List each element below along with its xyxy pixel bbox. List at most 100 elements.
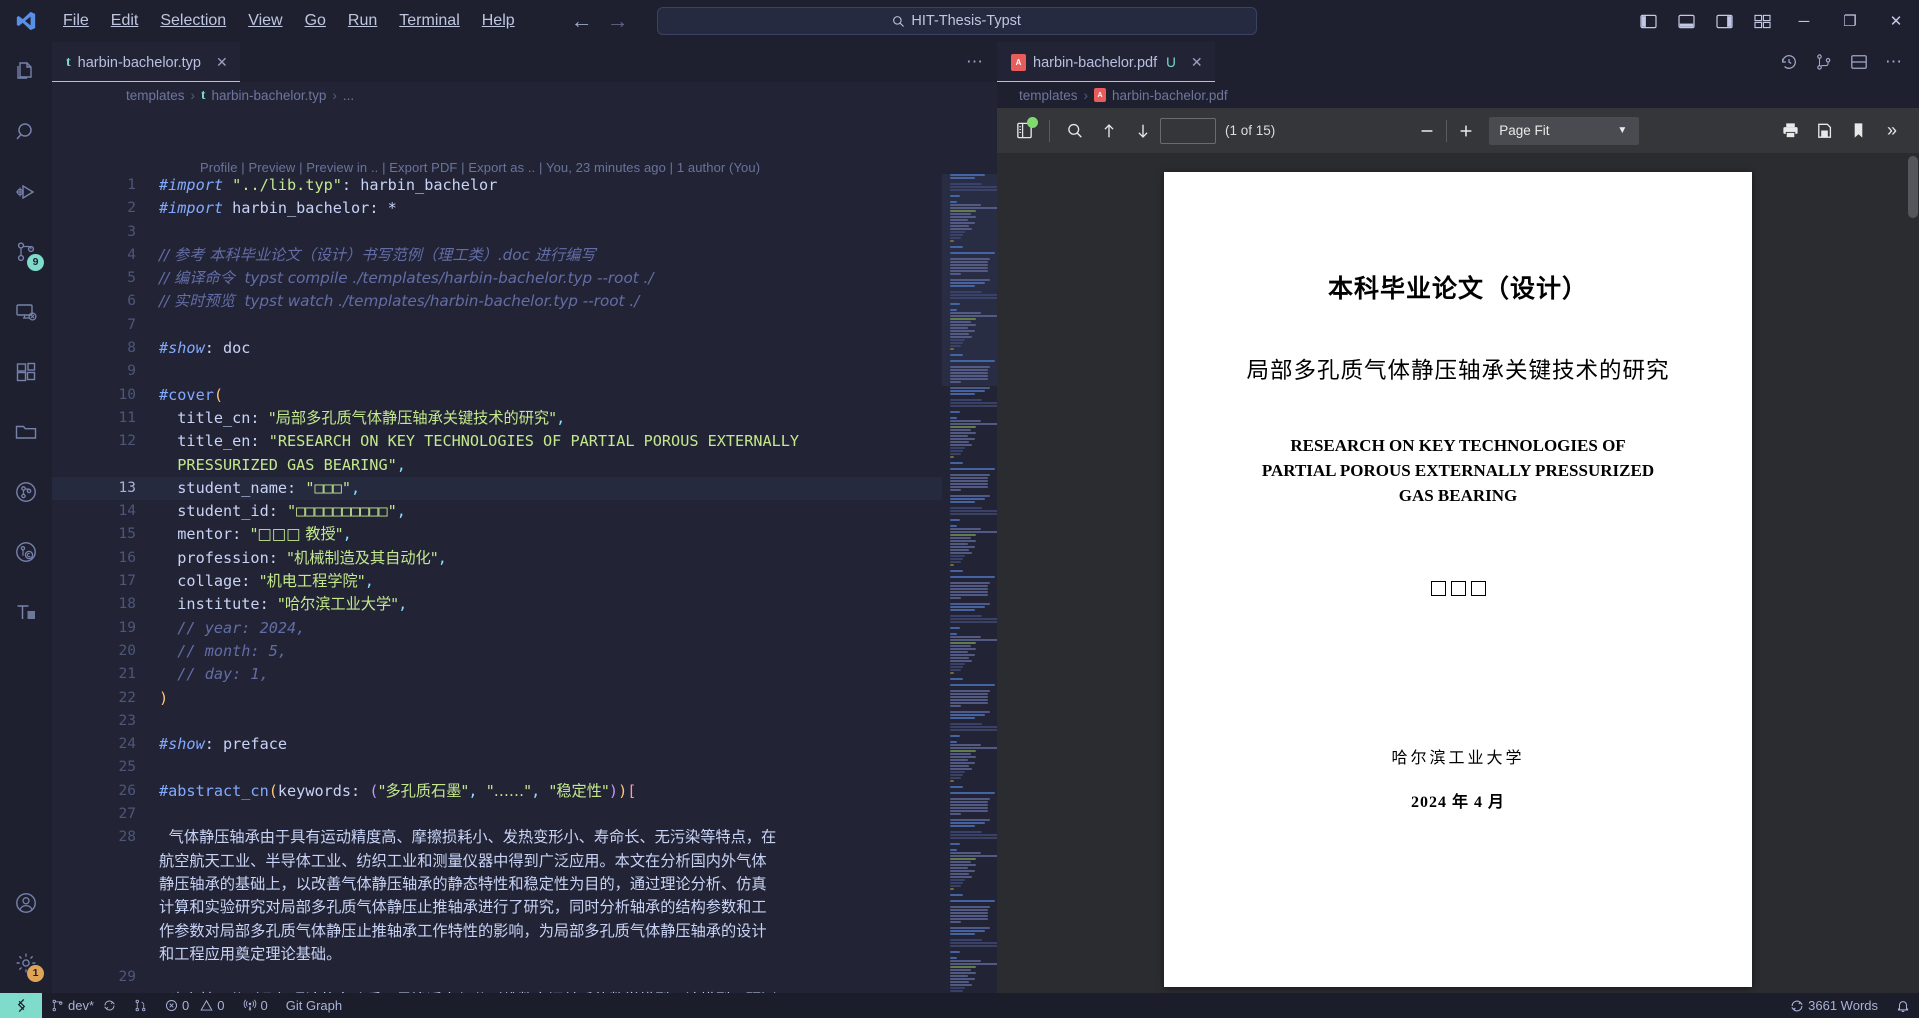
menu-view[interactable]: View [237,7,293,35]
pdf-zoom-select[interactable]: Page Fit ▼ [1489,116,1640,145]
menu-terminal[interactable]: Terminal [388,7,470,35]
window-maximize-button[interactable]: ❐ [1827,0,1873,42]
breadcrumb-more[interactable]: ... [343,88,354,103]
sidebar-item-gitlens[interactable] [0,522,52,582]
sidebar-item-typst-preview[interactable] [0,582,52,642]
code-line[interactable]: 4 // 参考 本科毕业论文（设计）书写范例（理工类）.doc 进行编写 [52,244,942,267]
pdf-zoom-in-button[interactable] [1449,116,1483,146]
pdf-sidebar-toggle-button[interactable] [1007,116,1041,146]
code-line[interactable]: 8 #show: doc [52,337,942,360]
status-ports[interactable]: 0 [234,993,277,1018]
editor-more-actions[interactable]: ⋯ [966,42,997,82]
code-line[interactable]: 2 #import harbin_bachelor: * [52,197,942,220]
menu-edit[interactable]: Edit [100,7,150,35]
code-line[interactable]: 10 #cover( [52,384,942,407]
toggle-primary-sidebar-icon[interactable] [1629,0,1667,42]
code-line[interactable]: 21 // day: 1, [52,663,942,686]
code-line[interactable]: 1 #import "../lib.typ": harbin_bachelor [52,174,942,197]
code-line[interactable]: 16 profession: "机械制造及其自动化", [52,547,942,570]
menu-run[interactable]: Run [337,7,388,35]
code-line[interactable]: 计算和实验研究对局部多孔质气体静压止推轴承进行了研究，同时分析轴承的结构参数和工 [52,896,942,919]
timeline-icon[interactable] [1780,53,1798,71]
menu-go[interactable]: Go [294,7,337,35]
code-line[interactable]: 航空航天工业、半导体工业、纺织工业和测量仪器中得到广泛应用。本文在分析国内外气体 [52,850,942,873]
command-center[interactable]: HIT-Thesis-Typst [656,7,1257,35]
more-actions-icon[interactable]: ⋯ [1885,52,1902,72]
forward-arrow-icon[interactable]: → [607,10,629,32]
tab-harbin-bachelor-pdf[interactable]: A harbin-bachelor.pdf U ✕ [997,42,1215,82]
code-line[interactable]: 20 // month: 5, [52,640,942,663]
settings-button[interactable]: 1 [0,933,52,993]
close-icon[interactable]: ✕ [1191,54,1203,71]
customize-layout-icon[interactable] [1743,0,1781,42]
back-arrow-icon[interactable]: ← [571,10,593,32]
pdf-previous-page-button[interactable] [1092,116,1126,146]
close-icon[interactable]: ✕ [216,54,228,71]
code-line[interactable]: 14 student_id: "□□□□□□□□□□", [52,500,942,523]
code-line[interactable]: 23 [52,710,942,733]
pdf-print-button[interactable] [1773,116,1807,146]
sidebar-item-search[interactable] [0,102,52,162]
accounts-button[interactable] [0,873,52,933]
code-lens[interactable]: Profile | Preview | Preview in .. | Expo… [200,160,760,175]
code-line[interactable]: 29 [52,966,942,989]
code-line[interactable]: 27 [52,803,942,826]
sidebar-item-remote-explorer[interactable] [0,282,52,342]
sidebar-item-run-and-debug[interactable] [0,162,52,222]
status-git-graph[interactable]: Git Graph [277,993,351,1018]
sidebar-item-explorer[interactable] [0,42,52,102]
tab-harbin-bachelor-typ[interactable]: t harbin-bachelor.typ ✕ [52,42,240,82]
code-line[interactable]: 7 [52,314,942,337]
pdf-save-button[interactable] [1807,116,1841,146]
window-close-button[interactable]: ✕ [1873,0,1919,42]
code-line[interactable]: 静压轴承的基础上，以改善气体静压轴承的静态特性和稳定性为目的，通过理论分析、仿真 [52,873,942,896]
status-branch[interactable]: dev* [42,993,125,1018]
pdf-viewport[interactable]: 本科毕业论文（设计） 局部多孔质气体静压轴承关键技术的研究 RESEARCH O… [997,154,1919,993]
code-editor[interactable]: 1 #import "../lib.typ": harbin_bachelor 2 #… [52,174,942,993]
breadcrumb-templates[interactable]: templates [1019,88,1078,103]
pdf-bookmark-button[interactable] [1841,116,1875,146]
split-editor-icon[interactable] [1850,53,1868,71]
breadcrumb-file[interactable]: harbin-bachelor.typ [212,88,327,103]
code-line[interactable]: 17 collage: "机电工程学院", [52,570,942,593]
pdf-more-tools-button[interactable]: » [1875,116,1909,146]
menu-help[interactable]: Help [471,7,526,35]
pdf-find-button[interactable] [1058,116,1092,146]
toggle-panel-icon[interactable] [1667,0,1705,42]
menu-file[interactable]: File [52,7,100,35]
breadcrumb-file[interactable]: harbin-bachelor.pdf [1112,88,1228,103]
code-line[interactable]: 15 mentor: "□□□ 教授", [52,523,942,546]
sidebar-item-project-manager[interactable] [0,402,52,462]
status-word-count[interactable]: 3661 Words [1781,993,1887,1018]
code-line[interactable]: 19 // year: 2024, [52,617,942,640]
code-line[interactable]: 和工程应用奠定理论基础。 [52,943,942,966]
code-line[interactable]: 18 institute: "哈尔滨工业大学", [52,593,942,616]
pdf-zoom-out-button[interactable] [1410,116,1444,146]
breadcrumb-templates[interactable]: templates [126,88,185,103]
code-line[interactable]: 28 气体静压轴承由于具有运动精度高、摩擦损耗小、发热变形小、寿命长、无污染等特… [52,826,942,849]
code-line[interactable]: 22) [52,687,942,710]
code-line[interactable]: 11 title_cn: "局部多孔质气体静压轴承关键技术的研究", [52,407,942,430]
code-line[interactable]: 6 // 实时预览 typst watch ./templates/harbin-… [52,290,942,313]
code-line[interactable]: 13 student_name: "□□□", [52,476,942,501]
sidebar-item-source-control[interactable]: 9 [0,222,52,282]
code-line[interactable]: 9 [52,360,942,383]
pdf-page-number-input[interactable] [1160,117,1216,144]
compare-icon[interactable] [1815,53,1833,71]
window-minimize-button[interactable]: ─ [1781,0,1827,42]
code-line[interactable]: 26 #abstract_cn(keywords: ("多孔质石墨", "……",… [52,780,942,803]
code-line[interactable]: 5 // 编译命令 typst compile ./templates/harbi… [52,267,942,290]
sidebar-item-extensions[interactable] [0,342,52,402]
remote-indicator[interactable] [0,993,42,1018]
status-pull-requests[interactable] [125,993,156,1018]
menu-selection[interactable]: Selection [149,7,237,35]
code-line[interactable]: 作参数对局部多孔质气体静压止推轴承工作特性的影响，为局部多孔质气体静压轴承的设计 [52,920,942,943]
code-line[interactable]: 24 #show: preface [52,733,942,756]
pdf-next-page-button[interactable] [1126,116,1160,146]
code-line[interactable]: 3 [52,221,942,244]
code-line[interactable]: 25 [52,756,942,779]
sidebar-item-git-graph[interactable] [0,462,52,522]
toggle-secondary-sidebar-icon[interactable] [1705,0,1743,42]
status-problems[interactable]: 0 0 [156,993,233,1018]
pdf-scrollbar[interactable] [1907,154,1919,993]
